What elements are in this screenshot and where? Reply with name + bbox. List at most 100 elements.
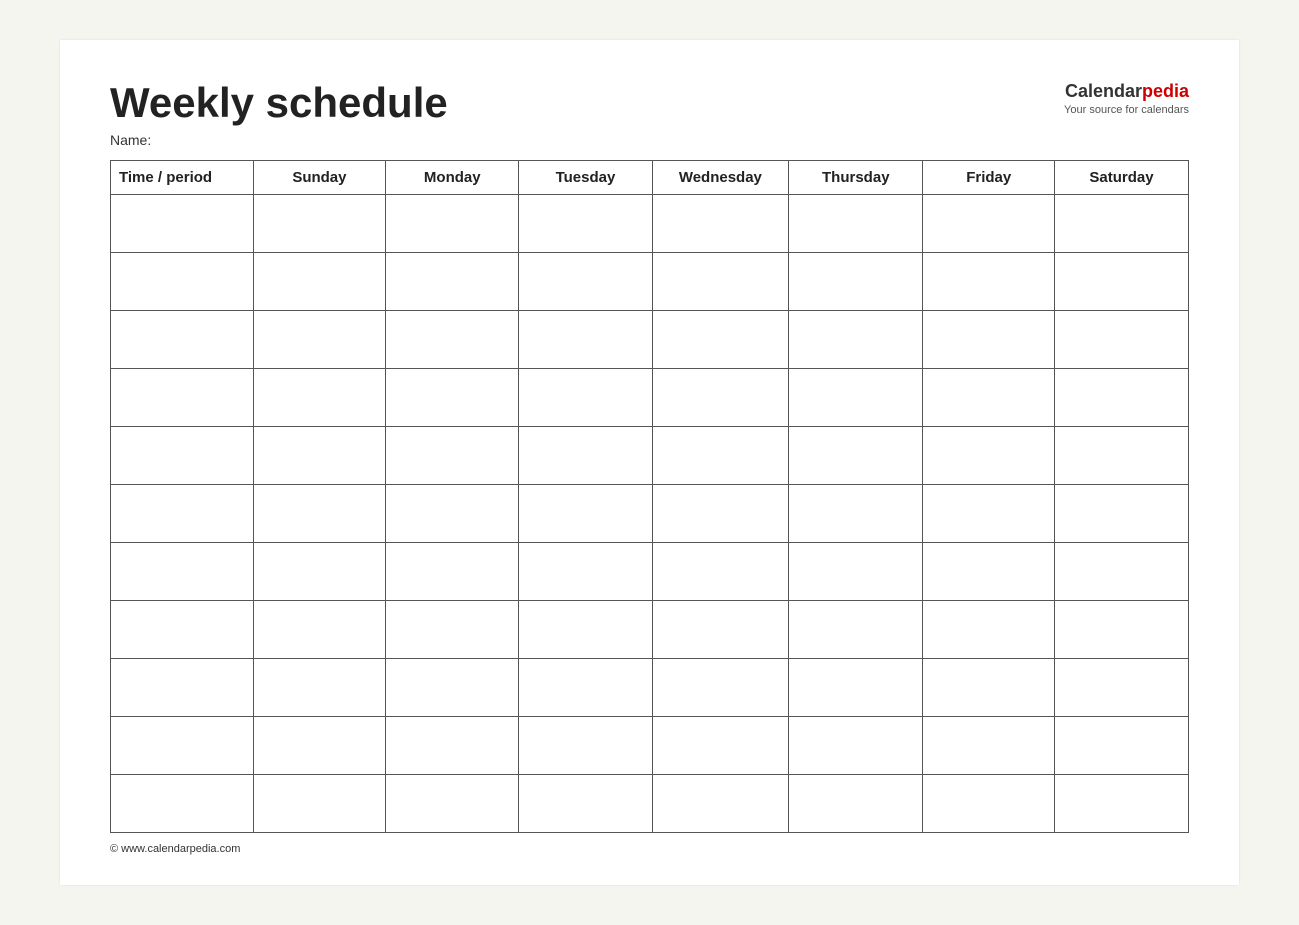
day-cell[interactable]	[386, 659, 519, 717]
day-cell[interactable]	[519, 485, 652, 543]
day-cell[interactable]	[519, 195, 652, 253]
day-cell[interactable]	[253, 369, 386, 427]
time-cell[interactable]	[111, 369, 254, 427]
day-cell[interactable]	[789, 601, 923, 659]
time-cell[interactable]	[111, 659, 254, 717]
day-cell[interactable]	[386, 195, 519, 253]
day-cell[interactable]	[519, 369, 652, 427]
day-cell[interactable]	[253, 195, 386, 253]
day-cell[interactable]	[923, 485, 1055, 543]
day-cell[interactable]	[923, 195, 1055, 253]
time-cell[interactable]	[111, 195, 254, 253]
day-cell[interactable]	[386, 543, 519, 601]
day-cell[interactable]	[923, 253, 1055, 311]
day-cell[interactable]	[519, 543, 652, 601]
table-body	[111, 195, 1189, 833]
day-cell[interactable]	[789, 427, 923, 485]
time-cell[interactable]	[111, 311, 254, 369]
day-cell[interactable]	[253, 253, 386, 311]
day-cell[interactable]	[386, 369, 519, 427]
day-cell[interactable]	[253, 311, 386, 369]
day-cell[interactable]	[386, 775, 519, 833]
logo-text: Calendarpedia	[1065, 81, 1189, 101]
page-title: Weekly schedule	[110, 80, 448, 126]
table-row	[111, 543, 1189, 601]
table-row	[111, 717, 1189, 775]
time-cell[interactable]	[111, 717, 254, 775]
day-cell[interactable]	[789, 485, 923, 543]
table-row	[111, 775, 1189, 833]
day-cell[interactable]	[789, 369, 923, 427]
col-header-monday: Monday	[386, 161, 519, 195]
day-cell[interactable]	[652, 369, 788, 427]
time-cell[interactable]	[111, 427, 254, 485]
day-cell[interactable]	[923, 369, 1055, 427]
day-cell[interactable]	[253, 427, 386, 485]
day-cell[interactable]	[923, 427, 1055, 485]
day-cell[interactable]	[652, 485, 788, 543]
day-cell[interactable]	[1054, 543, 1188, 601]
day-cell[interactable]	[1054, 427, 1188, 485]
day-cell[interactable]	[652, 427, 788, 485]
day-cell[interactable]	[253, 485, 386, 543]
day-cell[interactable]	[253, 659, 386, 717]
day-cell[interactable]	[253, 775, 386, 833]
day-cell[interactable]	[1054, 369, 1188, 427]
day-cell[interactable]	[519, 775, 652, 833]
day-cell[interactable]	[1054, 253, 1188, 311]
day-cell[interactable]	[519, 659, 652, 717]
day-cell[interactable]	[1054, 311, 1188, 369]
day-cell[interactable]	[923, 543, 1055, 601]
time-cell[interactable]	[111, 543, 254, 601]
day-cell[interactable]	[789, 659, 923, 717]
day-cell[interactable]	[789, 717, 923, 775]
day-cell[interactable]	[386, 717, 519, 775]
time-cell[interactable]	[111, 775, 254, 833]
day-cell[interactable]	[386, 311, 519, 369]
col-header-wednesday: Wednesday	[652, 161, 788, 195]
day-cell[interactable]	[386, 601, 519, 659]
day-cell[interactable]	[652, 659, 788, 717]
time-cell[interactable]	[111, 601, 254, 659]
day-cell[interactable]	[652, 601, 788, 659]
day-cell[interactable]	[652, 543, 788, 601]
day-cell[interactable]	[519, 717, 652, 775]
day-cell[interactable]	[253, 601, 386, 659]
day-cell[interactable]	[652, 311, 788, 369]
day-cell[interactable]	[923, 659, 1055, 717]
day-cell[interactable]	[789, 253, 923, 311]
day-cell[interactable]	[386, 253, 519, 311]
day-cell[interactable]	[789, 311, 923, 369]
day-cell[interactable]	[652, 253, 788, 311]
day-cell[interactable]	[923, 601, 1055, 659]
col-header-time: Time / period	[111, 161, 254, 195]
day-cell[interactable]	[253, 717, 386, 775]
table-row	[111, 369, 1189, 427]
day-cell[interactable]	[789, 195, 923, 253]
day-cell[interactable]	[789, 543, 923, 601]
day-cell[interactable]	[789, 775, 923, 833]
day-cell[interactable]	[652, 775, 788, 833]
day-cell[interactable]	[652, 195, 788, 253]
day-cell[interactable]	[652, 717, 788, 775]
day-cell[interactable]	[1054, 485, 1188, 543]
day-cell[interactable]	[1054, 601, 1188, 659]
day-cell[interactable]	[519, 427, 652, 485]
name-label: Name:	[110, 132, 448, 148]
day-cell[interactable]	[519, 311, 652, 369]
day-cell[interactable]	[1054, 659, 1188, 717]
day-cell[interactable]	[519, 253, 652, 311]
day-cell[interactable]	[253, 543, 386, 601]
day-cell[interactable]	[1054, 195, 1188, 253]
time-cell[interactable]	[111, 485, 254, 543]
day-cell[interactable]	[923, 775, 1055, 833]
day-cell[interactable]	[923, 717, 1055, 775]
table-row	[111, 311, 1189, 369]
day-cell[interactable]	[923, 311, 1055, 369]
day-cell[interactable]	[386, 485, 519, 543]
day-cell[interactable]	[386, 427, 519, 485]
day-cell[interactable]	[1054, 775, 1188, 833]
time-cell[interactable]	[111, 253, 254, 311]
day-cell[interactable]	[1054, 717, 1188, 775]
day-cell[interactable]	[519, 601, 652, 659]
